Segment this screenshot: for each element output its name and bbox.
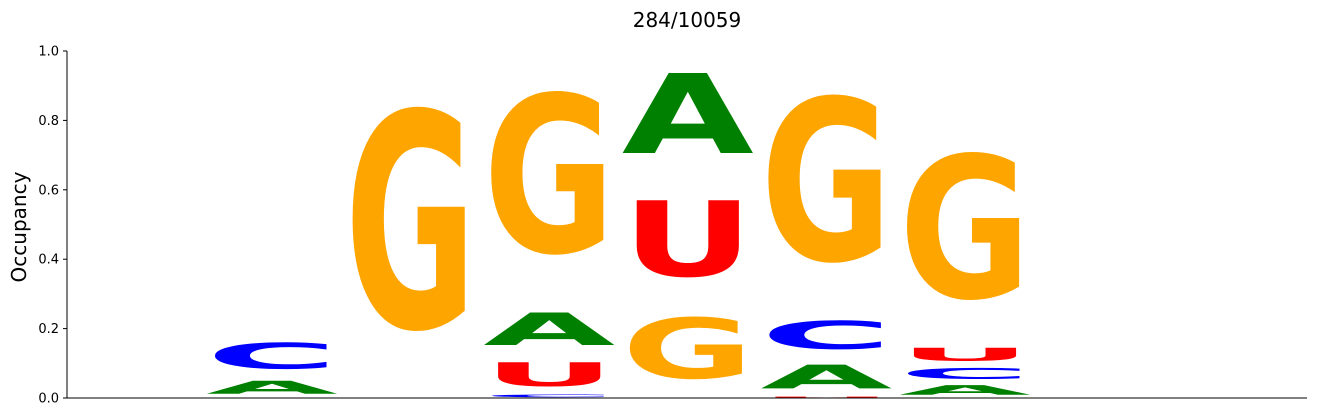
logo-letter-g: G: [345, 53, 477, 397]
y-axis-label: Occupancy: [7, 171, 31, 282]
logo-letter-g: G: [622, 301, 754, 398]
y-tick-label: 0.6: [38, 183, 59, 198]
logo-letter-c: C: [899, 365, 1031, 382]
chart-title: 284/10059: [633, 8, 742, 32]
y-tick-label: 1.0: [38, 45, 59, 60]
y-tick-label: 0.2: [38, 322, 59, 337]
logo-letter-c: C: [760, 313, 892, 358]
y-tick-label: 0.0: [38, 392, 59, 407]
logo-letter-u: U: [483, 356, 615, 394]
logo-letter-a: A: [206, 377, 338, 398]
y-axis-ticks: 0.0 0.2 0.4 0.6 0.8 1.0: [38, 45, 67, 407]
logo-letter-g: G: [483, 51, 615, 303]
sequence-logo-chart: 284/10059 Occupancy 0.0 0.2 0.4 0.6 0.8 1.0 A…: [7, 8, 1307, 407]
logo-letter-a: A: [760, 358, 892, 396]
logo-letter-c: C: [483, 394, 615, 398]
logo-letter-g: G: [760, 53, 892, 312]
logo-letter-stacks: AC G CUAGGUAUACGACUG: [206, 51, 1031, 398]
logo-letter-a: A: [483, 304, 615, 356]
y-tick-label: 0.4: [38, 253, 59, 268]
logo-letter-u: U: [899, 344, 1031, 365]
logo-letter-c: C: [206, 336, 338, 377]
y-tick-label: 0.8: [38, 114, 59, 129]
logo-letter-a: A: [899, 382, 1031, 398]
logo-letter-a: A: [622, 51, 754, 179]
logo-letter-u: U: [622, 180, 754, 301]
logo-letter-g: G: [899, 117, 1031, 344]
